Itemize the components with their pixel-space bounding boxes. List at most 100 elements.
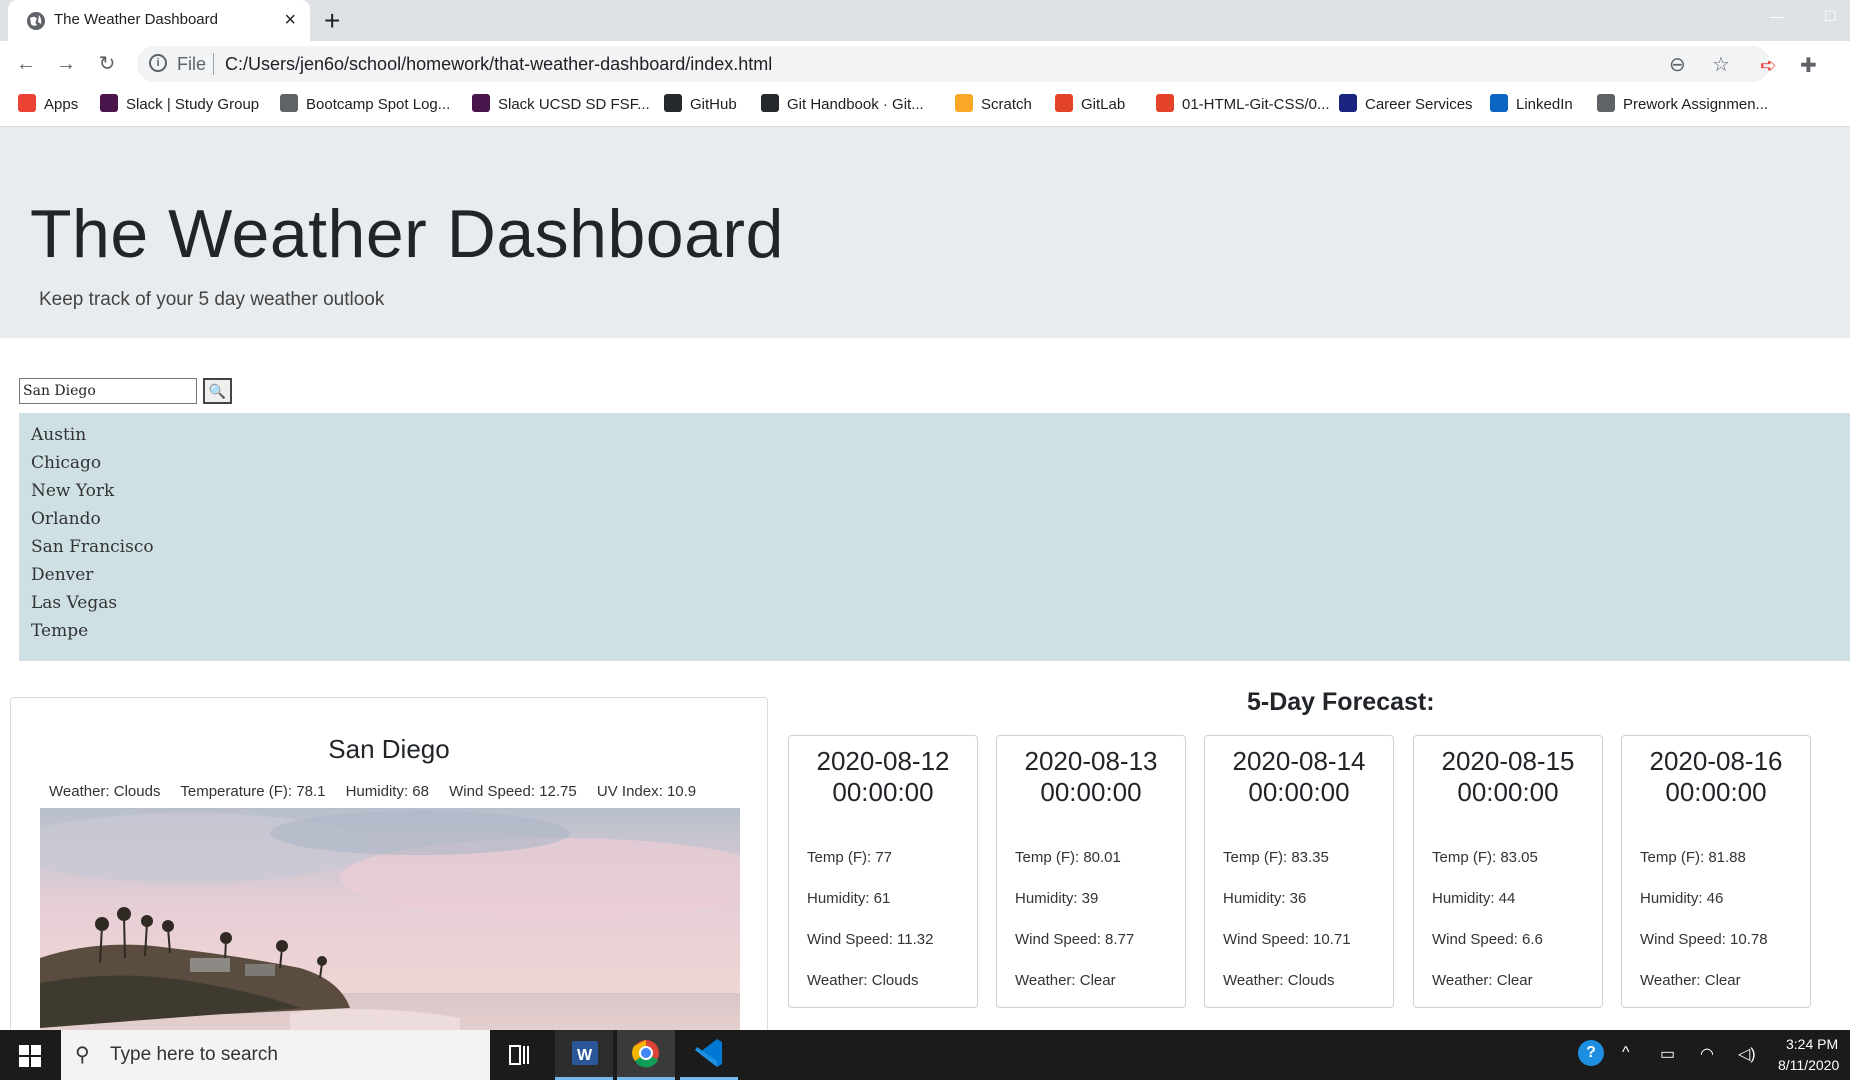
bookmark-item[interactable]: GitHub [664, 94, 737, 116]
forecast-card: 2020-08-12 00:00:00 Temp (F): 77 Humidity: … [788, 735, 978, 1008]
puzzle-icon[interactable]: ✚ [1800, 53, 1817, 78]
new-tab-button[interactable]: + [324, 5, 340, 37]
current-weather-card: San Diego Weather: Clouds Temperature (F… [10, 697, 768, 1030]
forecast-time: 00:00:00 [1665, 777, 1767, 807]
current-weather-stats: Weather: Clouds Temperature (F): 78.1 Hu… [49, 783, 712, 800]
saved-city-list: Austin Chicago New York Orlando San Francisc… [19, 413, 1850, 661]
bookmark-item[interactable]: Git Handbook · Git... [761, 94, 924, 116]
current-weather: Weather: Clouds [49, 783, 161, 800]
chrome-app-icon[interactable] [617, 1030, 675, 1080]
bookmark-item[interactable]: Career Services [1339, 94, 1473, 116]
windows-start-icon[interactable] [19, 1045, 41, 1067]
scratch-icon [955, 94, 973, 112]
forecast-wind: Wind Speed: 11.32 [807, 931, 934, 948]
taskbar-time[interactable]: 3:24 PM [1786, 1036, 1838, 1052]
bookmark-star-icon[interactable]: ☆ [1712, 52, 1730, 77]
globe-icon [27, 12, 45, 30]
info-icon[interactable]: i [149, 54, 167, 72]
linkedin-icon [1490, 94, 1508, 112]
forecast-weather: Weather: Clouds [1223, 972, 1335, 989]
tab-title: The Weather Dashboard [54, 11, 218, 28]
address-bar[interactable]: i File C:/Users/jen6o/school/homework/th… [137, 46, 1770, 82]
minimize-icon[interactable]: — [1770, 8, 1784, 24]
forecast-card: 2020-08-14 00:00:00 Temp (F): 83.35 Humidit… [1204, 735, 1394, 1008]
chevron-up-icon[interactable]: ^ [1622, 1044, 1630, 1062]
zoom-icon[interactable]: ⊖ [1669, 52, 1686, 77]
bookmark-item[interactable]: Scratch [955, 94, 1032, 116]
search-icon: ⚲ [75, 1044, 90, 1066]
bookmark-item[interactable]: GitLab [1055, 94, 1125, 116]
city-list-item[interactable]: San Francisco [31, 537, 154, 557]
search-button[interactable]: 🔍 [203, 378, 232, 404]
forecast-time: 00:00:00 [1040, 777, 1142, 807]
jumbotron-header: The Weather Dashboard Keep track of your… [0, 127, 1850, 338]
forecast-humidity: Humidity: 44 [1432, 890, 1516, 907]
bookmark-label: Slack | Study Group [126, 96, 260, 113]
bookmark-label: GitLab [1081, 96, 1126, 113]
page-subtitle: Keep track of your 5 day weather outlook [39, 289, 385, 310]
bookmark-item[interactable]: Slack | Study Group [100, 94, 259, 116]
help-icon[interactable]: ? [1578, 1040, 1604, 1066]
battery-icon[interactable]: ▭ [1660, 1044, 1675, 1064]
bookmarks-bar: Apps Slack | Study Group Bootcamp Spot Log… [0, 86, 1850, 127]
forecast-weather: Weather: Clear [1432, 972, 1533, 989]
bookmark-item[interactable]: Prework Assignmen... [1597, 94, 1768, 116]
current-city-name: San Diego [328, 734, 450, 764]
bookmark-label: GitHub [690, 96, 737, 113]
reload-icon[interactable]: ↻ [93, 50, 121, 78]
globe-icon [280, 94, 298, 112]
maximize-icon[interactable]: ☐ [1824, 8, 1837, 25]
url-text[interactable]: C:/Users/jen6o/school/homework/that-weat… [225, 54, 772, 75]
forecast-date: 2020-08-15 [1441, 746, 1575, 776]
forecast-wind: Wind Speed: 10.71 [1223, 931, 1351, 948]
forecast-weather: Weather: Clear [1015, 972, 1116, 989]
word-app-icon[interactable]: W [555, 1030, 613, 1080]
bookmark-item[interactable]: Slack UCSD SD FSF... [472, 94, 650, 116]
city-list-item[interactable]: Las Vegas [31, 593, 117, 613]
bookmark-label: Apps [44, 96, 79, 113]
bookmark-label: 01-HTML-Git-CSS/0... [1182, 96, 1330, 113]
volume-icon[interactable]: ◁) [1738, 1044, 1756, 1064]
forecast-temp: Temp (F): 83.05 [1432, 849, 1538, 866]
back-arrow-icon[interactable]: ← [12, 50, 40, 78]
gitlab-icon [1055, 94, 1073, 112]
bookmark-label: Git Handbook · Git... [787, 96, 924, 113]
bookmark-label: Slack UCSD SD FSF... [498, 96, 650, 113]
city-list-item[interactable]: New York [31, 481, 114, 501]
forecast-temp: Temp (F): 80.01 [1015, 849, 1121, 866]
forecast-card: 2020-08-13 00:00:00 Temp (F): 80.01 Humidit… [996, 735, 1186, 1008]
forecast-time: 00:00:00 [1457, 777, 1559, 807]
forecast-temp: Temp (F): 83.35 [1223, 849, 1329, 866]
page-icon [1597, 94, 1615, 112]
city-list-item[interactable]: Austin [31, 425, 86, 445]
taskbar-search-box[interactable]: ⚲ Type here to search [61, 1030, 490, 1080]
city-list-item[interactable]: Tempe [31, 621, 88, 641]
forecast-wind: Wind Speed: 6.6 [1432, 931, 1543, 948]
bookmark-item[interactable]: 01-HTML-Git-CSS/0... [1156, 94, 1330, 116]
tab-strip: The Weather Dashboard × + — ☐ [0, 0, 1850, 41]
city-list-item[interactable]: Orlando [31, 509, 101, 529]
extension-icon[interactable]: ➪ [1760, 53, 1777, 78]
bookmark-label: Prework Assignmen... [1623, 96, 1769, 113]
vscode-app-icon[interactable] [680, 1030, 738, 1080]
forecast-temp: Temp (F): 81.88 [1640, 849, 1746, 866]
city-list-item[interactable]: Denver [31, 565, 93, 585]
omnibox-separator [213, 53, 214, 75]
wifi-icon[interactable]: ◠ [1700, 1044, 1714, 1064]
forecast-time: 00:00:00 [1248, 777, 1350, 807]
bookmark-item[interactable]: Bootcamp Spot Log... [280, 94, 450, 116]
current-humidity: Humidity: 68 [345, 783, 429, 800]
task-view-icon[interactable] [490, 1030, 548, 1080]
current-wind-speed: Wind Speed: 12.75 [449, 783, 577, 800]
bookmark-item[interactable]: LinkedIn [1490, 94, 1573, 116]
file-scheme-label: File [177, 54, 207, 74]
taskbar-date[interactable]: 8/11/2020 [1778, 1057, 1839, 1073]
forward-arrow-icon[interactable]: → [52, 50, 80, 78]
city-photo [40, 808, 740, 1030]
browser-tab[interactable]: The Weather Dashboard × [8, 0, 310, 41]
city-search-input[interactable] [19, 378, 197, 404]
close-tab-icon[interactable]: × [284, 8, 296, 32]
bookmark-label: Scratch [981, 96, 1032, 113]
bookmark-item[interactable]: Apps [18, 94, 78, 116]
city-list-item[interactable]: Chicago [31, 453, 101, 473]
